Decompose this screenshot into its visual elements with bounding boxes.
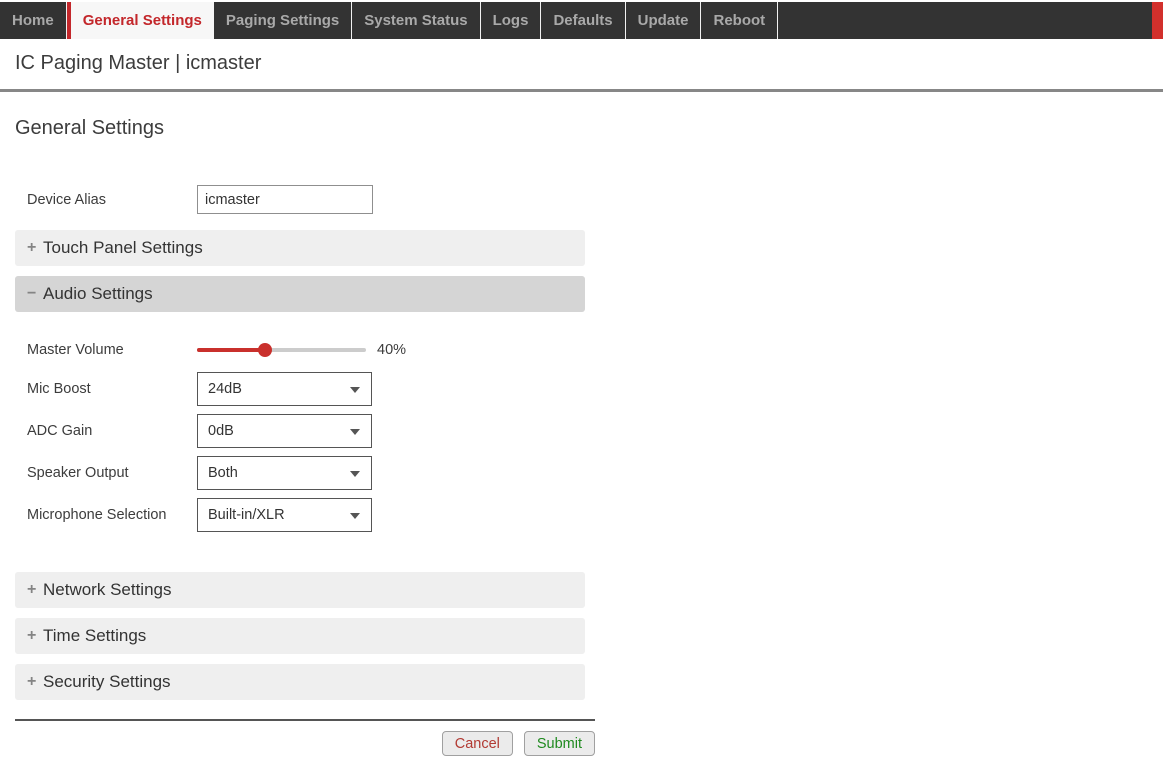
section-audio-settings[interactable]: − Audio Settings (15, 276, 585, 312)
chevron-down-icon (350, 471, 360, 477)
cancel-button[interactable]: Cancel (442, 731, 513, 756)
title-divider (0, 89, 1163, 92)
speaker-output-value: Both (208, 465, 238, 481)
microphone-selection-select[interactable]: Built-in/XLR (197, 498, 372, 532)
tab-reboot[interactable]: Reboot (701, 2, 778, 39)
slider-handle[interactable] (258, 343, 272, 357)
device-alias-input[interactable] (197, 185, 373, 214)
section-security-label: Security Settings (43, 672, 171, 692)
speaker-output-label: Speaker Output (27, 465, 197, 481)
main-content: General Settings Device Alias + Touch Pa… (0, 116, 1163, 756)
speaker-output-row: Speaker Output Both (15, 456, 1163, 490)
device-alias-label: Device Alias (27, 192, 197, 208)
top-navbar: Home General Settings Paging Settings Sy… (0, 2, 1163, 39)
plus-icon: + (27, 673, 43, 691)
section-security-settings[interactable]: + Security Settings (15, 664, 585, 700)
adc-gain-row: ADC Gain 0dB (15, 414, 1163, 448)
tab-system-status[interactable]: System Status (352, 2, 480, 39)
slider-fill (197, 348, 265, 352)
page-header: IC Paging Master | icmaster (0, 39, 1163, 89)
submit-button[interactable]: Submit (524, 731, 595, 756)
mic-boost-value: 24dB (208, 381, 242, 397)
master-volume-label: Master Volume (27, 342, 197, 358)
tab-home[interactable]: Home (0, 2, 67, 39)
chevron-down-icon (350, 387, 360, 393)
microphone-selection-value: Built-in/XLR (208, 507, 285, 523)
chevron-down-icon (350, 513, 360, 519)
chevron-down-icon (350, 429, 360, 435)
master-volume-slider[interactable] (197, 343, 366, 357)
section-touch-panel-settings[interactable]: + Touch Panel Settings (15, 230, 585, 266)
footer-divider (15, 719, 595, 721)
nav-accent-block (1152, 2, 1163, 39)
microphone-selection-row: Microphone Selection Built-in/XLR (15, 498, 1163, 532)
tab-paging-settings[interactable]: Paging Settings (214, 2, 352, 39)
plus-icon: + (27, 581, 43, 599)
section-heading: General Settings (15, 116, 1163, 140)
section-touch-panel-label: Touch Panel Settings (43, 238, 203, 258)
section-time-settings[interactable]: + Time Settings (15, 618, 585, 654)
mic-boost-row: Mic Boost 24dB (15, 372, 1163, 406)
tab-logs[interactable]: Logs (481, 2, 542, 39)
tab-general-settings[interactable]: General Settings (67, 2, 214, 39)
plus-icon: + (27, 627, 43, 645)
mic-boost-label: Mic Boost (27, 381, 197, 397)
section-time-label: Time Settings (43, 626, 146, 646)
tab-defaults[interactable]: Defaults (541, 2, 625, 39)
master-volume-value: 40% (377, 342, 406, 358)
slider-track[interactable] (197, 348, 366, 352)
adc-gain-label: ADC Gain (27, 423, 197, 439)
master-volume-row: Master Volume 40% (15, 336, 1163, 364)
speaker-output-select[interactable]: Both (197, 456, 372, 490)
plus-icon: + (27, 239, 43, 257)
microphone-selection-label: Microphone Selection (27, 507, 197, 523)
minus-icon: − (27, 285, 43, 303)
adc-gain-select[interactable]: 0dB (197, 414, 372, 448)
section-network-label: Network Settings (43, 580, 172, 600)
adc-gain-value: 0dB (208, 423, 234, 439)
tab-update[interactable]: Update (626, 2, 702, 39)
section-audio-label: Audio Settings (43, 284, 153, 304)
form-actions: Cancel Submit (15, 731, 595, 756)
section-network-settings[interactable]: + Network Settings (15, 572, 585, 608)
mic-boost-select[interactable]: 24dB (197, 372, 372, 406)
audio-settings-panel: Master Volume 40% Mic Boost 24dB ADC Gai… (15, 336, 1163, 532)
page-title: IC Paging Master | icmaster (15, 51, 1148, 75)
device-alias-row: Device Alias (15, 185, 1163, 214)
